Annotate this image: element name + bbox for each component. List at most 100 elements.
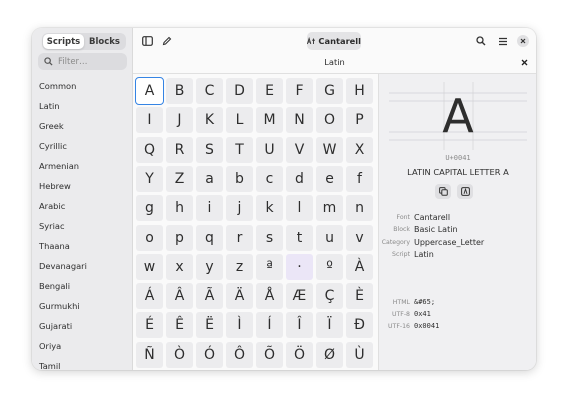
character-cell[interactable]: j bbox=[226, 195, 253, 222]
sidebar-item[interactable]: Armenian bbox=[32, 156, 132, 176]
sidebar-item[interactable]: Arabic bbox=[32, 196, 132, 216]
character-cell[interactable]: Î bbox=[286, 312, 313, 339]
character-cell[interactable]: X bbox=[346, 136, 373, 163]
character-cell[interactable]: B bbox=[166, 78, 193, 104]
edit-button[interactable] bbox=[159, 33, 175, 49]
character-cell[interactable]: Õ bbox=[256, 341, 283, 368]
character-cell[interactable]: J bbox=[166, 107, 193, 134]
character-cell[interactable]: Ç bbox=[316, 283, 343, 310]
character-cell[interactable]: r bbox=[226, 224, 253, 251]
character-cell[interactable]: l bbox=[286, 195, 313, 222]
sidebar-toggle-button[interactable] bbox=[139, 33, 155, 49]
character-cell[interactable]: U bbox=[256, 136, 283, 163]
character-cell[interactable]: g bbox=[136, 195, 163, 222]
tab-scripts[interactable]: Scripts bbox=[43, 34, 84, 49]
encoding-value[interactable]: &#65; bbox=[414, 298, 435, 306]
character-cell[interactable]: y bbox=[196, 253, 223, 280]
character-cell[interactable]: G bbox=[316, 78, 343, 104]
character-cell[interactable]: Í bbox=[256, 312, 283, 339]
filter-input[interactable] bbox=[58, 56, 124, 67]
character-cell[interactable]: w bbox=[136, 253, 163, 280]
sidebar-item[interactable]: Gurmukhi bbox=[32, 296, 132, 316]
character-cell[interactable]: d bbox=[286, 165, 313, 192]
character-cell[interactable]: q bbox=[196, 224, 223, 251]
font-chooser-button[interactable]: Cantarell bbox=[307, 32, 361, 50]
character-cell[interactable]: o bbox=[136, 224, 163, 251]
character-cell[interactable]: Ê bbox=[166, 312, 193, 339]
sidebar-item[interactable]: Hebrew bbox=[32, 176, 132, 196]
character-cell[interactable]: V bbox=[286, 136, 313, 163]
character-cell[interactable]: C bbox=[196, 78, 223, 104]
character-cell[interactable]: À bbox=[346, 253, 373, 280]
character-cell[interactable]: · bbox=[286, 253, 313, 280]
search-button[interactable] bbox=[473, 33, 489, 49]
character-cell[interactable]: H bbox=[346, 78, 373, 104]
character-cell[interactable]: u bbox=[316, 224, 343, 251]
character-cell[interactable]: Ë bbox=[196, 312, 223, 339]
character-cell[interactable]: K bbox=[196, 107, 223, 134]
character-cell[interactable]: Å bbox=[256, 283, 283, 310]
sidebar-item[interactable]: Common bbox=[32, 76, 132, 96]
sidebar-item[interactable]: Latin bbox=[32, 96, 132, 116]
character-cell[interactable]: Ã bbox=[196, 283, 223, 310]
character-cell[interactable]: Ñ bbox=[136, 341, 163, 368]
sidebar-item[interactable]: Bengali bbox=[32, 276, 132, 296]
encoding-value[interactable]: 0x0041 bbox=[414, 322, 439, 330]
show-font-button[interactable] bbox=[457, 184, 473, 199]
character-cell[interactable]: A bbox=[135, 77, 164, 105]
character-cell[interactable]: O bbox=[316, 107, 343, 134]
character-cell[interactable]: Q bbox=[136, 136, 163, 163]
character-cell[interactable]: Á bbox=[136, 283, 163, 310]
sidebar-item[interactable]: Gujarati bbox=[32, 316, 132, 336]
character-cell[interactable]: h bbox=[166, 195, 193, 222]
character-cell[interactable]: Ù bbox=[346, 341, 373, 368]
character-cell[interactable]: m bbox=[316, 195, 343, 222]
main-menu-button[interactable] bbox=[495, 33, 511, 49]
character-cell[interactable]: c bbox=[256, 165, 283, 192]
close-detail-button[interactable] bbox=[519, 57, 530, 68]
character-cell[interactable]: S bbox=[196, 136, 223, 163]
filter-field[interactable] bbox=[38, 53, 127, 70]
character-cell[interactable]: W bbox=[316, 136, 343, 163]
character-cell[interactable]: N bbox=[286, 107, 313, 134]
character-cell[interactable]: M bbox=[256, 107, 283, 134]
sidebar-item[interactable]: Cyrillic bbox=[32, 136, 132, 156]
character-cell[interactable]: D bbox=[226, 78, 253, 104]
sidebar-item[interactable]: Oriya bbox=[32, 336, 132, 356]
character-cell[interactable]: i bbox=[196, 195, 223, 222]
character-cell[interactable]: P bbox=[346, 107, 373, 134]
character-cell[interactable]: a bbox=[196, 165, 223, 192]
character-cell[interactable]: e bbox=[316, 165, 343, 192]
character-cell[interactable]: Ö bbox=[286, 341, 313, 368]
character-cell[interactable]: Z bbox=[166, 165, 193, 192]
character-cell[interactable]: x bbox=[166, 253, 193, 280]
character-cell[interactable]: Ð bbox=[346, 312, 373, 339]
character-cell[interactable]: º bbox=[316, 253, 343, 280]
character-cell[interactable]: t bbox=[286, 224, 313, 251]
sidebar-item[interactable]: Thaana bbox=[32, 236, 132, 256]
tab-blocks[interactable]: Blocks bbox=[84, 34, 125, 49]
character-cell[interactable]: Ø bbox=[316, 341, 343, 368]
character-cell[interactable]: Æ bbox=[286, 283, 313, 310]
character-cell[interactable]: É bbox=[136, 312, 163, 339]
character-cell[interactable]: I bbox=[136, 107, 163, 134]
sidebar-item[interactable]: Greek bbox=[32, 116, 132, 136]
copy-button[interactable] bbox=[435, 184, 451, 199]
window-close-button[interactable] bbox=[515, 33, 531, 49]
character-cell[interactable]: ª bbox=[256, 253, 283, 280]
sidebar-item[interactable]: Tamil bbox=[32, 356, 132, 370]
character-cell[interactable]: k bbox=[256, 195, 283, 222]
character-cell[interactable]: v bbox=[346, 224, 373, 251]
character-cell[interactable]: f bbox=[346, 165, 373, 192]
character-cell[interactable]: È bbox=[346, 283, 373, 310]
character-cell[interactable]: Ï bbox=[316, 312, 343, 339]
character-cell[interactable]: Ä bbox=[226, 283, 253, 310]
encoding-value[interactable]: 0x41 bbox=[414, 310, 431, 318]
character-cell[interactable]: Ô bbox=[226, 341, 253, 368]
character-cell[interactable]: p bbox=[166, 224, 193, 251]
character-cell[interactable]: Ì bbox=[226, 312, 253, 339]
character-cell[interactable]: R bbox=[166, 136, 193, 163]
character-cell[interactable]: Y bbox=[136, 165, 163, 192]
character-cell[interactable]: Ó bbox=[196, 341, 223, 368]
character-cell[interactable]: b bbox=[226, 165, 253, 192]
